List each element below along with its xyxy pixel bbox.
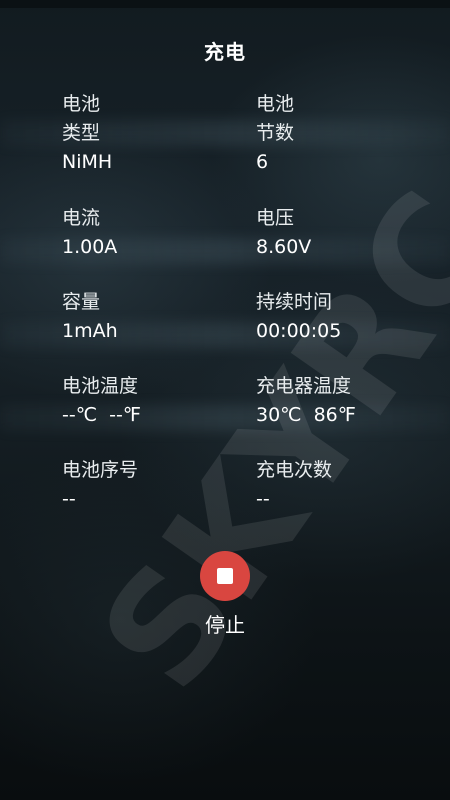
- capacity-value: 1mAh: [62, 320, 118, 342]
- stop-button[interactable]: [200, 551, 250, 601]
- battery-cells-field: 电池 节数 6: [256, 90, 426, 177]
- charge-count-value: --: [256, 488, 270, 510]
- voltage-value: 8.60V: [256, 236, 312, 258]
- current-field: 电流 1.00A: [62, 204, 232, 262]
- stop-label[interactable]: 停止: [0, 609, 450, 638]
- charging-screen: SKYRC 充电 电池 类型 NiMH 电池 节数 6 电流 1.00A 电压 …: [0, 0, 450, 800]
- battery-serial-field: 电池序号 --: [62, 456, 232, 514]
- battery-serial-value: --: [62, 488, 76, 510]
- capacity-label: 容量: [62, 291, 101, 313]
- duration-field: 持续时间 00:00:05: [256, 288, 426, 346]
- duration-value: 00:00:05: [256, 320, 342, 342]
- battery-type-label-line2: 类型: [62, 122, 101, 144]
- battery-cells-label-line1: 电池: [256, 93, 295, 115]
- stop-icon: [217, 568, 233, 584]
- stop-control: 停止: [0, 551, 450, 638]
- battery-temp-field: 电池温度 --℃ --℉: [62, 372, 232, 430]
- status-bar: [0, 0, 450, 8]
- duration-label: 持续时间: [256, 291, 333, 313]
- voltage-label: 电压: [256, 207, 295, 229]
- charger-temp-field: 充电器温度 30℃ 86℉: [256, 372, 426, 430]
- battery-cells-value: 6: [256, 151, 269, 173]
- battery-type-value: NiMH: [62, 151, 113, 173]
- battery-temp-value: --℃ --℉: [62, 404, 141, 426]
- battery-type-field: 电池 类型 NiMH: [62, 90, 232, 177]
- page-title: 充电: [204, 40, 246, 64]
- battery-type-label-line1: 电池: [62, 93, 101, 115]
- current-value: 1.00A: [62, 236, 118, 258]
- voltage-field: 电压 8.60V: [256, 204, 426, 262]
- battery-temp-label: 电池温度: [62, 375, 139, 397]
- charger-temp-label: 充电器温度: [256, 375, 352, 397]
- capacity-field: 容量 1mAh: [62, 288, 232, 346]
- charge-count-label: 充电次数: [256, 459, 333, 481]
- battery-serial-label: 电池序号: [62, 459, 139, 481]
- current-label: 电流: [62, 207, 101, 229]
- charge-count-field: 充电次数 --: [256, 456, 426, 514]
- charger-temp-value: 30℃ 86℉: [256, 404, 356, 426]
- battery-cells-label-line2: 节数: [256, 122, 295, 144]
